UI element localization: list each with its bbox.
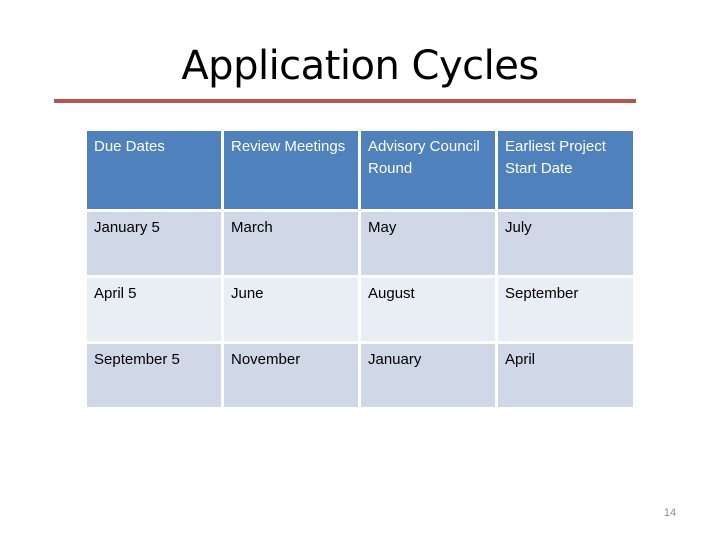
table-header-row: Due Dates Review Meetings Advisory Counc…	[87, 131, 633, 209]
header-earliest-project-start-date: Earliest Project Start Date	[498, 131, 633, 209]
cell-advisory-council-round: August	[361, 278, 495, 341]
cell-review-meeting: March	[224, 212, 358, 275]
cell-earliest-start-date: April	[498, 344, 633, 407]
cell-due-date: January 5	[87, 212, 221, 275]
header-advisory-council-round: Advisory Council Round	[361, 131, 495, 209]
cell-due-date: September 5	[87, 344, 221, 407]
cell-due-date: April 5	[87, 278, 221, 341]
cell-earliest-start-date: September	[498, 278, 633, 341]
header-due-dates: Due Dates	[87, 131, 221, 209]
cell-advisory-council-round: January	[361, 344, 495, 407]
page-number: 14	[663, 507, 677, 519]
header-review-meetings: Review Meetings	[224, 131, 358, 209]
slide-title: Application Cycles	[181, 43, 539, 89]
cell-earliest-start-date: July	[498, 212, 633, 275]
title-underline	[54, 99, 636, 103]
table-row: January 5 March May July	[87, 212, 633, 275]
table-row: April 5 June August September	[87, 278, 633, 341]
cell-advisory-council-round: May	[361, 212, 495, 275]
table-row: September 5 November January April	[87, 344, 633, 407]
application-cycles-table: Due Dates Review Meetings Advisory Counc…	[84, 128, 636, 410]
cell-review-meeting: November	[224, 344, 358, 407]
cell-review-meeting: June	[224, 278, 358, 341]
